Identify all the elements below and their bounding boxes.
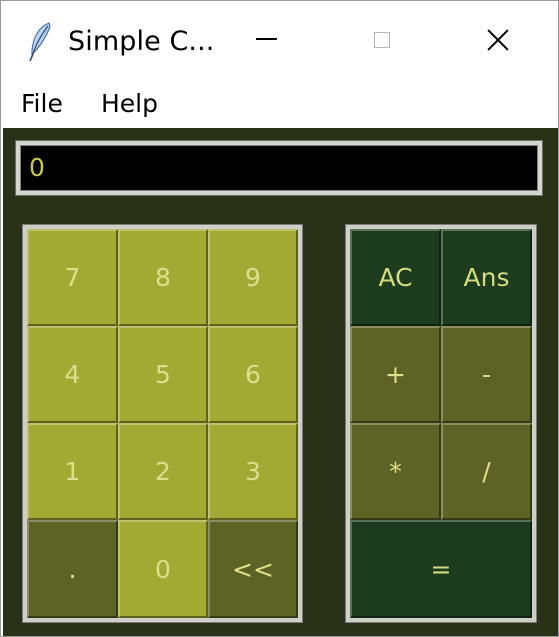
key-8[interactable]: 8 — [118, 229, 208, 326]
key-5[interactable]: 5 — [118, 326, 208, 423]
key-subtract[interactable]: - — [441, 326, 532, 423]
key-7[interactable]: 7 — [27, 229, 118, 326]
key-equals[interactable]: = — [350, 520, 532, 618]
key-1[interactable]: 1 — [27, 423, 118, 520]
key-backspace[interactable]: << — [208, 520, 298, 618]
title-bar[interactable]: Simple C... — [1, 1, 558, 81]
key-0[interactable]: 0 — [118, 520, 208, 618]
minimize-button[interactable] — [241, 17, 291, 63]
key-9[interactable]: 9 — [208, 229, 298, 326]
key-divide[interactable]: / — [441, 423, 532, 520]
feather-icon — [29, 22, 51, 62]
result-display[interactable]: 0 — [16, 141, 542, 195]
key-2[interactable]: 2 — [118, 423, 208, 520]
calculator-body: 0 7 8 9 4 5 6 1 2 3 . 0 << AC Ans + - * … — [3, 128, 558, 636]
key-decimal[interactable]: . — [27, 520, 118, 618]
maximize-icon — [374, 32, 390, 48]
calculator-window: Simple C... File Help 0 7 8 9 4 5 6 1 2 … — [0, 0, 559, 637]
number-pad: 7 8 9 4 5 6 1 2 3 . 0 << — [23, 225, 302, 622]
menu-bar: File Help — [1, 81, 558, 126]
key-add[interactable]: + — [350, 326, 441, 423]
key-4[interactable]: 4 — [27, 326, 118, 423]
key-3[interactable]: 3 — [208, 423, 298, 520]
menu-help[interactable]: Help — [101, 88, 158, 120]
operator-pad: AC Ans + - * / = — [346, 225, 536, 622]
window-title: Simple C... — [68, 26, 215, 57]
close-icon — [486, 28, 510, 52]
key-multiply[interactable]: * — [350, 423, 441, 520]
minimize-icon — [255, 38, 277, 40]
menu-file[interactable]: File — [21, 88, 63, 120]
key-6[interactable]: 6 — [208, 326, 298, 423]
maximize-button[interactable] — [357, 17, 407, 63]
key-clear[interactable]: AC — [350, 229, 441, 326]
key-answer[interactable]: Ans — [441, 229, 532, 326]
close-button[interactable] — [473, 17, 523, 63]
